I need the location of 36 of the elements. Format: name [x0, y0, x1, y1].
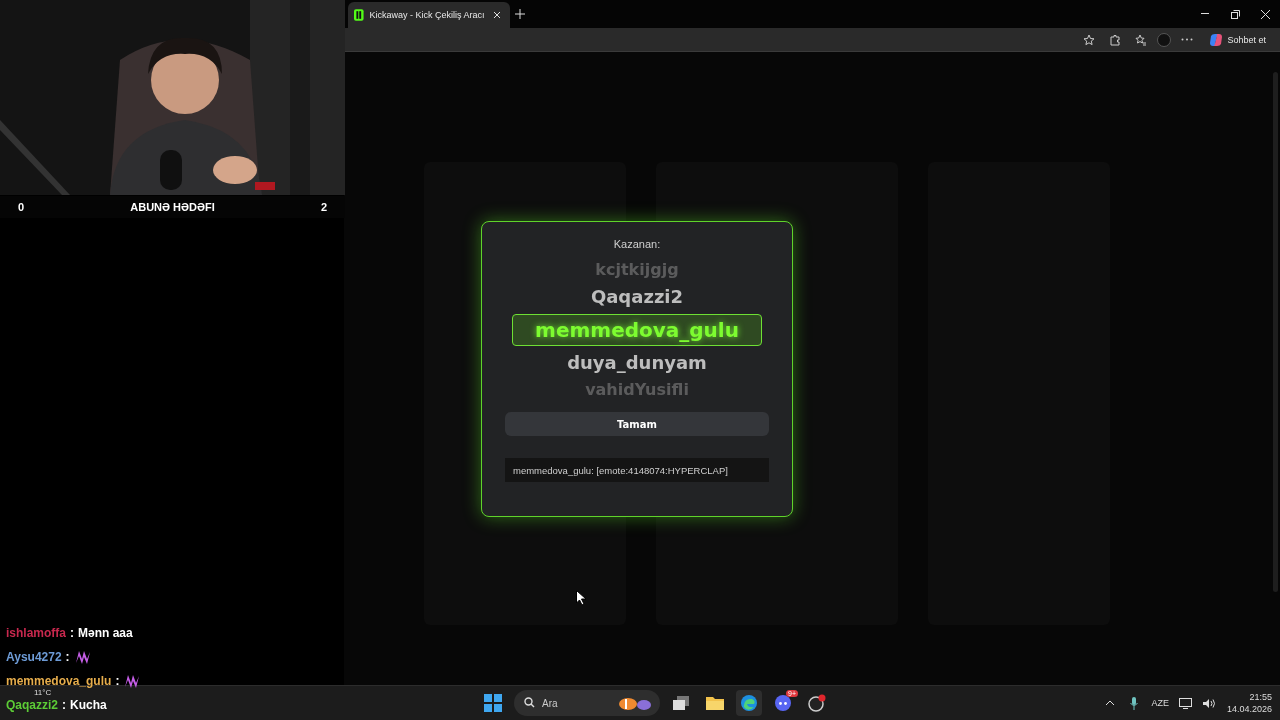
copilot-button[interactable]: Sohbet et: [1203, 31, 1272, 48]
name-entry: Qaqazzi2: [590, 285, 684, 309]
weather-text: 11°C: [34, 688, 52, 697]
dialog-heading: Kazanan:: [613, 238, 661, 250]
goal-current: 0: [18, 201, 25, 213]
kick-logo-icon: [354, 9, 364, 21]
chat-username: Qaqazzi2: [6, 698, 59, 712]
chat-username: memmedova_gulu: [6, 674, 112, 688]
emote-icon: [73, 649, 92, 665]
chat-text: Mənn aaa: [78, 626, 133, 640]
language-indicator[interactable]: AZE: [1151, 698, 1169, 708]
browser-tab[interactable]: Kickaway - Kick Çekiliş Aracı: [348, 2, 510, 28]
chat-message: memmedova_gulu: [emote:4148074:HYPERCLAP]: [505, 458, 769, 482]
clock-date[interactable]: 14.04.2026: [1226, 704, 1272, 714]
copilot-logo-icon: [1209, 32, 1224, 47]
ok-button[interactable]: Tamam: [505, 412, 769, 436]
chat-username: ishlamoffa: [6, 626, 66, 640]
chat-separator: :: [65, 650, 70, 664]
name-entry: duya_dunyam: [567, 351, 707, 375]
goal-target: 2: [320, 201, 327, 213]
edge-icon[interactable]: [736, 690, 762, 716]
name-entry: kcjtkijgjg: [595, 259, 679, 281]
goal-label: ABUNƏ HƏDƏFI: [130, 201, 215, 213]
chat-username: Aysu4272: [6, 650, 62, 664]
chat-separator: :: [70, 626, 74, 640]
chat-separator: :: [62, 698, 67, 712]
name-entry: vahidYusifli: [585, 379, 689, 401]
search-icon: [524, 697, 535, 708]
search-field[interactable]: Ara: [514, 690, 660, 716]
emote-icon: [123, 673, 142, 689]
chat-separator: :: [115, 674, 120, 688]
clock-time[interactable]: 21:55: [1249, 692, 1272, 702]
chat-text: Kucha: [70, 698, 107, 712]
cursor-icon: [576, 590, 587, 606]
winner-name: memmedova_gulu: [512, 314, 762, 346]
tab-title: Kickaway - Kick Çekiliş Aracı: [369, 10, 485, 20]
